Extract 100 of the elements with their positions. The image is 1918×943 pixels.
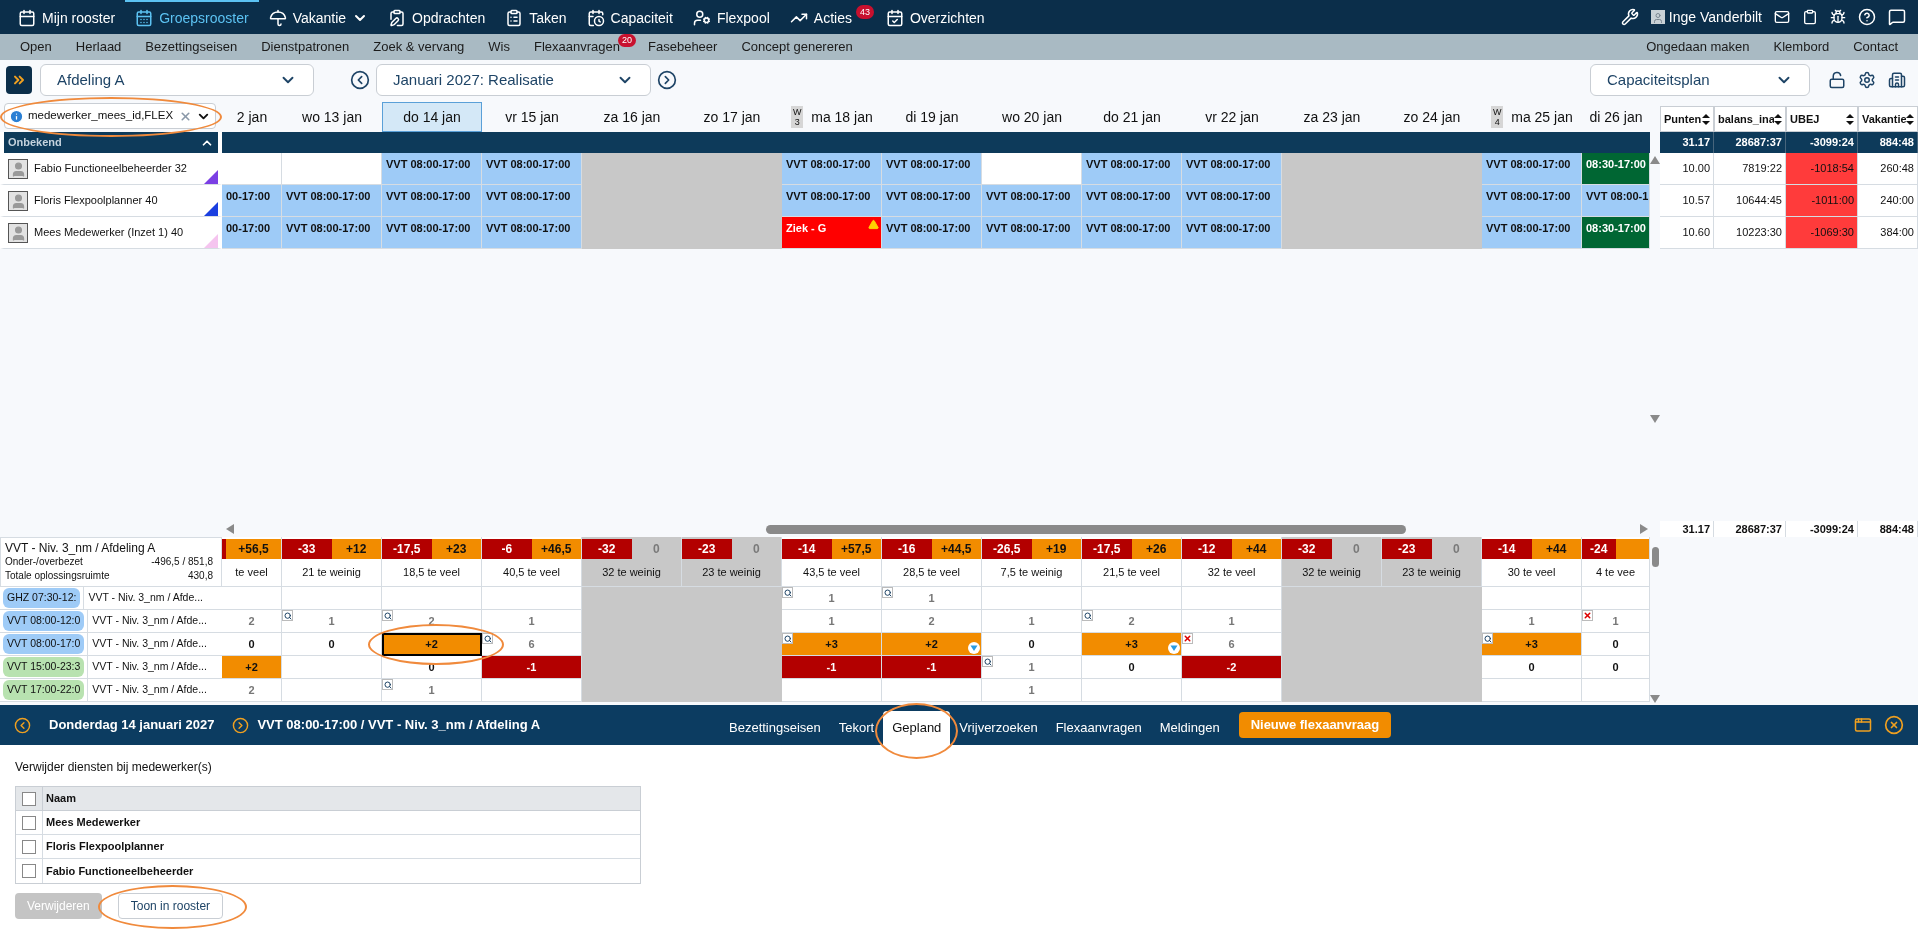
count-cell[interactable]: +2 <box>882 633 982 656</box>
menu-item[interactable]: Klembord <box>1761 37 1842 57</box>
detail-tab[interactable]: Tekort <box>829 711 884 745</box>
day-header[interactable]: wo 13 jan <box>282 102 382 132</box>
day-header[interactable]: di 26 jan <box>1582 102 1650 132</box>
shift-cell[interactable]: VVT 08:00-17:00 <box>482 153 582 185</box>
search-icon[interactable] <box>282 610 293 621</box>
employee-row-header[interactable]: Floris Flexpoolplanner 40 <box>0 185 222 217</box>
count-cell[interactable] <box>1582 679 1650 702</box>
count-cell[interactable]: -1 <box>482 656 582 679</box>
count-cell[interactable] <box>982 587 1082 610</box>
close-icon[interactable] <box>1582 610 1593 621</box>
menu-item[interactable]: Contact <box>1841 37 1910 57</box>
count-cell[interactable] <box>1482 587 1582 610</box>
count-cell[interactable]: -1 <box>782 656 882 679</box>
search-icon[interactable] <box>382 679 393 690</box>
shift-tag[interactable]: GHZ 07:30-12: <box>3 588 81 608</box>
count-cell[interactable]: +3 <box>1482 633 1582 656</box>
checkbox[interactable] <box>22 864 36 878</box>
count-cell[interactable] <box>482 679 582 702</box>
count-cell[interactable] <box>882 679 982 702</box>
count-cell[interactable] <box>1182 679 1282 702</box>
count-cell[interactable]: 1 <box>782 610 882 633</box>
menu-item[interactable]: Fasebeheer <box>636 34 730 60</box>
shift-tag[interactable]: VVT 15:00-23:3 <box>3 657 85 677</box>
search-icon[interactable] <box>1482 633 1493 644</box>
scroll-left-icon[interactable] <box>226 524 236 534</box>
shift-cell[interactable]: VVT 08:00-17:00 <box>1082 185 1182 217</box>
count-cell[interactable] <box>1082 679 1182 702</box>
count-cell[interactable]: 0 <box>282 633 382 656</box>
count-cell[interactable]: 1 <box>782 587 882 610</box>
settings-icon[interactable] <box>1858 71 1876 89</box>
sort-icon[interactable] <box>1774 113 1782 125</box>
nav-tab[interactable]: Acties 43 <box>779 0 876 34</box>
count-cell[interactable]: 2 <box>882 610 982 633</box>
count-cell[interactable]: 1 <box>1582 610 1650 633</box>
chat-icon[interactable] <box>1888 8 1906 26</box>
lock-icon[interactable] <box>1828 71 1846 89</box>
shift-tag[interactable]: VVT 08:00-17:0 <box>3 634 85 654</box>
count-cell[interactable]: 1 <box>882 587 982 610</box>
column-header[interactable]: Punten <box>1660 106 1714 132</box>
count-cell[interactable]: 2 <box>222 679 282 702</box>
day-header[interactable]: vr 15 jan <box>482 102 582 132</box>
window-icon[interactable] <box>1854 716 1872 734</box>
count-cell[interactable]: 0 <box>1482 656 1582 679</box>
count-cell[interactable] <box>1582 587 1650 610</box>
shift-cell[interactable]: VVT 08:00-1 <box>1582 185 1650 217</box>
tools-icon[interactable] <box>1620 8 1639 26</box>
search-icon[interactable] <box>382 610 393 621</box>
absence-cell[interactable]: Ziek - G <box>782 217 882 249</box>
day-header[interactable]: di 19 jan <box>882 102 982 132</box>
sort-icon[interactable] <box>1702 113 1710 125</box>
shift-cell[interactable]: VVT 08:00-17:00 <box>882 217 982 249</box>
filter-icon[interactable] <box>1168 642 1180 654</box>
checkbox[interactable] <box>22 815 36 830</box>
building-icon[interactable] <box>1888 71 1906 89</box>
column-header[interactable]: balans_ina <box>1714 106 1786 132</box>
count-cell[interactable] <box>222 587 282 610</box>
shift-cell[interactable]: VVT 08:00-17:00 <box>782 185 882 217</box>
menu-item[interactable]: Zoek & vervang <box>361 34 477 60</box>
shift-cell[interactable]: VVT 08:00-17:00 <box>482 217 582 249</box>
shift-cell[interactable]: VVT 08:00-17:00 <box>1482 217 1582 249</box>
filter-field[interactable]: medewerker_mees_id,FLEX <box>4 103 216 129</box>
shift-cell[interactable]: VVT 08:00-17:00 <box>282 185 382 217</box>
scroll-right-icon[interactable] <box>1640 524 1650 534</box>
shift-cell[interactable]: VVT 08:00-17:00 <box>382 185 482 217</box>
count-cell[interactable]: +2 <box>222 656 282 679</box>
count-cell[interactable] <box>282 587 382 610</box>
shift-cell[interactable]: VVT 08:00-17:00 <box>1482 153 1582 185</box>
sort-icon[interactable] <box>1846 113 1854 125</box>
nav-tab[interactable]: Capaciteit <box>576 0 683 34</box>
day-header[interactable]: zo 17 jan <box>682 102 782 132</box>
detail-tab[interactable]: Gepland <box>883 711 951 745</box>
day-header[interactable]: wo 20 jan <box>982 102 1082 132</box>
mail-icon[interactable] <box>1774 9 1790 25</box>
shift-cell[interactable]: 00-17:00 <box>222 185 282 217</box>
count-cell[interactable]: +3 <box>782 633 882 656</box>
dropdown-select[interactable]: Capaciteitsplan <box>1590 64 1810 96</box>
close-icon[interactable] <box>1182 633 1193 644</box>
group-header[interactable]: Onbekend <box>0 132 222 153</box>
search-icon[interactable] <box>782 633 793 644</box>
shift-cell[interactable]: 08:30-17:00 <box>1582 153 1650 185</box>
shift-cell[interactable]: VVT 08:00-17:00 <box>1182 153 1282 185</box>
detail-tab[interactable]: Vrijverzoeken <box>950 711 1047 745</box>
detail-tab[interactable]: Meldingen <box>1150 711 1229 745</box>
employee-row-header[interactable]: Fabio Functioneelbeheerder 32 <box>0 153 222 185</box>
nav-tab[interactable]: Overzichten <box>875 0 995 34</box>
count-cell[interactable]: +2 <box>382 633 482 656</box>
close-icon[interactable] <box>1884 715 1904 735</box>
menu-item[interactable]: Ongedaan maken <box>1634 37 1762 57</box>
nav-tab[interactable]: Taken <box>495 0 577 34</box>
shift-cell[interactable]: VVT 08:00-17:00 <box>1482 185 1582 217</box>
shift-cell[interactable]: VVT 08:00-17:00 <box>982 185 1082 217</box>
shift-cell[interactable]: VVT 08:00-17:00 <box>382 217 482 249</box>
shift-cell[interactable]: 08:30-17:00 <box>1582 217 1650 249</box>
shift-cell[interactable]: VVT 08:00-17:00 <box>1082 153 1182 185</box>
count-cell[interactable]: 0 <box>1082 656 1182 679</box>
scrollbar-thumb[interactable] <box>766 524 1406 534</box>
count-cell[interactable]: 2 <box>1082 610 1182 633</box>
count-cell[interactable]: 1 <box>982 656 1082 679</box>
